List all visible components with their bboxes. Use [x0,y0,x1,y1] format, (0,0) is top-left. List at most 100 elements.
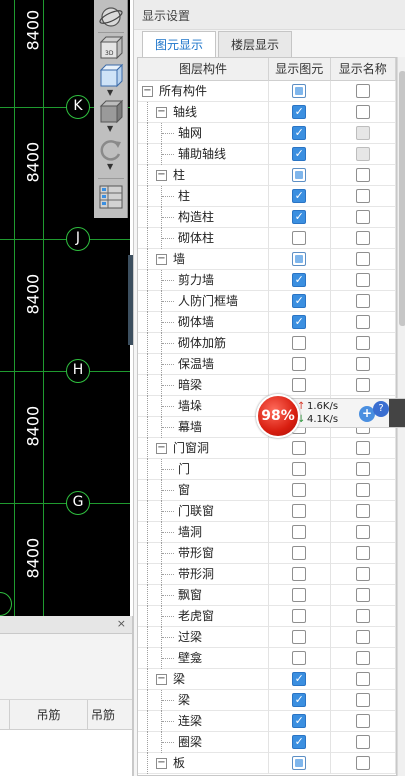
show-name-checkbox[interactable] [355,567,370,581]
solid-box-icon[interactable] [97,98,125,126]
show-name-checkbox[interactable] [355,252,370,266]
show-name-checkbox[interactable] [355,609,370,623]
show-element-checkbox[interactable]: ✓ [292,294,307,308]
show-name-checkbox[interactable] [355,210,370,224]
rotate-icon[interactable] [97,136,125,164]
show-element-checkbox[interactable]: ✓ [292,126,307,140]
show-name-checkbox[interactable] [355,546,370,560]
show-name-checkbox[interactable] [355,462,370,476]
show-element-checkbox[interactable]: ✓ [292,105,307,119]
grid-column-header[interactable]: 吊筋 [10,700,88,729]
table-row[interactable]: 暗梁 [138,375,396,396]
table-row[interactable]: 人防门框墙 ✓ [138,291,396,312]
show-element-checkbox[interactable] [292,483,307,497]
table-row[interactable]: 保温墙 [138,354,396,375]
show-name-checkbox[interactable] [355,504,370,518]
orbit-icon[interactable] [97,3,125,31]
column-header-show-element[interactable]: 显示图元 [269,58,331,81]
show-name-checkbox[interactable] [355,294,370,308]
show-name-checkbox[interactable] [355,651,370,665]
table-row[interactable]: 带形洞 [138,564,396,585]
show-element-checkbox[interactable] [292,567,307,581]
table-row[interactable]: − 板 [138,753,396,774]
table-row[interactable]: 砌体墙 ✓ [138,312,396,333]
show-name-checkbox[interactable] [355,693,370,707]
show-name-checkbox[interactable] [355,231,370,245]
table-row[interactable]: − 梁 ✓ [138,669,396,690]
table-row[interactable]: 过梁 [138,627,396,648]
table-row[interactable]: 辅助轴线 ✓ [138,144,396,165]
show-element-checkbox[interactable]: ✓ [292,147,307,161]
collapse-icon[interactable]: − [156,254,167,265]
show-name-checkbox[interactable] [355,105,370,119]
show-name-checkbox[interactable] [355,483,370,497]
show-element-checkbox[interactable] [292,378,307,392]
show-element-checkbox[interactable]: ✓ [292,210,307,224]
widget-edge[interactable] [389,399,405,427]
show-element-checkbox[interactable] [292,231,307,245]
show-element-checkbox[interactable]: ✓ [292,189,307,203]
show-name-checkbox[interactable] [355,84,370,98]
memory-usage-ball[interactable]: 98% [256,394,300,438]
table-row[interactable]: 连梁 ✓ [138,711,396,732]
collapse-icon[interactable]: − [156,674,167,685]
table-row[interactable]: − 墙 [138,249,396,270]
network-speed-widget[interactable]: ↑ 1.6K/s ↓ 4.1K/s + ? 98% [256,394,405,438]
show-name-checkbox[interactable] [355,189,370,203]
show-element-checkbox[interactable] [292,546,307,560]
show-name-checkbox[interactable] [355,273,370,287]
show-element-checkbox[interactable] [292,357,307,371]
table-row[interactable]: 轴网 ✓ [138,123,396,144]
scrollbar-thumb[interactable] [399,71,405,326]
table-row[interactable]: − 柱 [138,165,396,186]
show-element-checkbox[interactable] [292,84,307,98]
chevron-down-icon[interactable]: ▼ [107,124,113,133]
show-name-checkbox[interactable] [355,168,370,182]
table-row[interactable]: 门 [138,459,396,480]
show-name-checkbox[interactable] [355,525,370,539]
table-row[interactable]: 窗 [138,480,396,501]
axis-bubble-k[interactable]: K [66,95,90,119]
table-row[interactable]: − 所有构件 [138,81,396,102]
show-element-checkbox[interactable] [292,588,307,602]
show-element-checkbox[interactable]: ✓ [292,315,307,329]
close-icon[interactable]: × [117,617,126,630]
table-row[interactable]: 剪力墙 ✓ [138,270,396,291]
show-element-checkbox[interactable] [292,651,307,665]
show-name-checkbox[interactable] [355,357,370,371]
help-icon[interactable]: ? [373,401,389,417]
show-name-checkbox[interactable] [355,672,370,686]
show-name-checkbox[interactable] [355,441,370,455]
show-name-checkbox[interactable] [355,315,370,329]
collapse-icon[interactable]: − [156,107,167,118]
batch-select-icon[interactable] [97,183,125,211]
show-name-checkbox[interactable] [355,630,370,644]
table-row[interactable]: 墙洞 [138,522,396,543]
collapse-icon[interactable]: − [142,86,153,97]
show-element-checkbox[interactable] [292,504,307,518]
show-element-checkbox[interactable]: ✓ [292,735,307,749]
table-row[interactable]: 门联窗 [138,501,396,522]
table-row[interactable]: − 门窗洞 [138,438,396,459]
show-name-checkbox[interactable] [355,756,370,770]
show-element-checkbox[interactable] [292,756,307,770]
show-element-checkbox[interactable] [292,336,307,350]
show-name-checkbox[interactable] [355,336,370,350]
table-row[interactable]: 带形窗 [138,543,396,564]
table-row[interactable]: 飘窗 [138,585,396,606]
wireframe-box-icon[interactable] [97,62,125,90]
show-element-checkbox[interactable] [292,441,307,455]
cad-canvas[interactable]: 8400 8400 8400 8400 8400 K J H G 3D ▼ ▼ [0,0,130,616]
show-element-checkbox[interactable]: ✓ [292,714,307,728]
table-row[interactable]: 砌体加筋 [138,333,396,354]
column-header-component[interactable]: 图层构件 [138,58,269,81]
show-name-checkbox[interactable] [355,735,370,749]
table-row[interactable]: 老虎窗 [138,606,396,627]
table-row[interactable]: 圈梁 ✓ [138,732,396,753]
show-element-checkbox[interactable] [292,168,307,182]
column-header-show-name[interactable]: 显示名称 [331,58,396,81]
axis-bubble-j[interactable]: J [66,227,90,251]
show-name-checkbox[interactable] [355,588,370,602]
table-row[interactable]: 柱 ✓ [138,186,396,207]
grid-column-header[interactable]: 吊筋 [88,700,132,729]
